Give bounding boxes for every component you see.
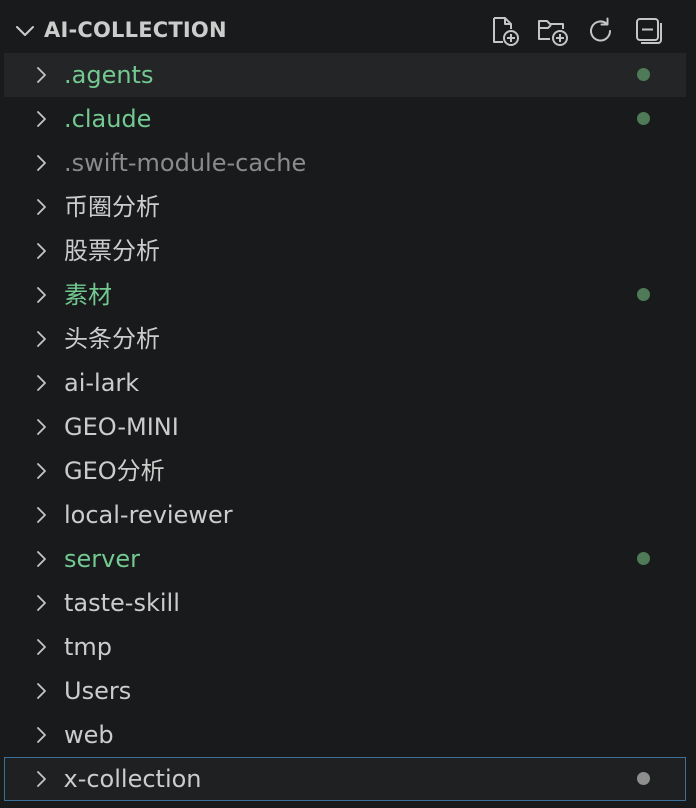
- new-file-icon: [493, 17, 519, 46]
- chevron-right-icon[interactable]: [34, 637, 48, 657]
- git-status-dot: [636, 771, 650, 785]
- chevron-right-icon[interactable]: [34, 285, 48, 305]
- collapse-all-icon: [636, 18, 662, 44]
- tree-item-folder[interactable]: 素材: [4, 273, 686, 317]
- tree-item-folder[interactable]: .agents: [4, 53, 686, 97]
- tree-item-label: 头条分析: [64, 325, 160, 353]
- tree-item-label: 币圈分析: [64, 193, 160, 221]
- tree-item-folder[interactable]: web: [4, 713, 686, 757]
- chevron-right-icon[interactable]: [34, 197, 48, 217]
- tree-item-folder[interactable]: .swift-module-cache: [4, 141, 686, 185]
- tree-item-label: tmp: [64, 633, 113, 661]
- new-folder-icon: [538, 20, 568, 46]
- tree-item-label: 素材: [64, 281, 112, 309]
- file-tree: .agents .claude .swift-module-cache 币圈分析股票分…: [4, 53, 686, 801]
- chevron-right-icon[interactable]: [34, 505, 48, 525]
- chevron-down-icon[interactable]: [14, 20, 36, 42]
- tree-item-label: .claude: [64, 105, 152, 133]
- tree-item-folder[interactable]: .claude: [4, 97, 686, 141]
- chevron-right-icon[interactable]: [34, 681, 48, 701]
- git-status-dot: [637, 552, 650, 565]
- tree-item-label: .agents: [64, 61, 154, 89]
- tree-item-folder[interactable]: GEO-MINI: [4, 405, 686, 449]
- refresh-button[interactable]: [584, 14, 618, 48]
- chevron-right-icon[interactable]: [34, 549, 48, 569]
- new-folder-button[interactable]: [536, 14, 570, 48]
- tree-item-label: taste-skill: [64, 589, 180, 617]
- chevron-right-icon[interactable]: [34, 725, 48, 745]
- tree-item-label: Users: [64, 677, 132, 705]
- tree-item-folder[interactable]: local-reviewer: [4, 493, 686, 537]
- tree-item-folder[interactable]: 币圈分析: [4, 185, 686, 229]
- chevron-right-icon[interactable]: [34, 593, 48, 613]
- git-status-dot: [637, 112, 650, 125]
- git-status-dot: [637, 288, 650, 301]
- tree-item-label: web: [64, 721, 114, 749]
- tree-item-folder[interactable]: Users: [4, 669, 686, 713]
- tree-item-label: ai-lark: [64, 369, 140, 397]
- collapse-all-button[interactable]: [632, 14, 666, 48]
- tree-item-label: .swift-module-cache: [64, 149, 307, 177]
- chevron-right-icon[interactable]: [34, 329, 48, 349]
- chevron-right-icon[interactable]: [34, 461, 48, 481]
- chevron-right-icon[interactable]: [34, 417, 48, 437]
- explorer-section-header[interactable]: AI-COLLECTION: [0, 8, 690, 52]
- refresh-icon: [590, 17, 611, 42]
- tree-item-folder[interactable]: ai-lark: [4, 361, 686, 405]
- tree-item-label: local-reviewer: [64, 501, 233, 529]
- explorer-panel: AI-COLLECTION .agents .claude .swift-mod…: [0, 0, 690, 808]
- chevron-right-icon[interactable]: [34, 241, 48, 261]
- tree-item-folder[interactable]: 头条分析: [4, 317, 686, 361]
- explorer-title: AI-COLLECTION: [44, 18, 227, 42]
- tree-item-label: server: [64, 545, 140, 573]
- chevron-right-icon[interactable]: [34, 65, 48, 85]
- explorer-toolbar: [488, 14, 666, 48]
- tree-item-folder[interactable]: server: [4, 537, 686, 581]
- chevron-right-icon[interactable]: [34, 373, 48, 393]
- tree-item-folder[interactable]: tmp: [4, 625, 686, 669]
- tree-item-label: GEO-MINI: [64, 413, 179, 441]
- tree-item-folder[interactable]: GEO分析: [4, 449, 686, 493]
- tree-item-label: x-collection: [63, 764, 202, 793]
- tree-item-folder[interactable]: 股票分析: [4, 229, 686, 273]
- tree-item-folder[interactable]: x-collection: [4, 757, 686, 801]
- new-file-button[interactable]: [488, 14, 522, 48]
- tree-item-label: GEO分析: [64, 457, 165, 485]
- chevron-right-icon[interactable]: [34, 109, 48, 129]
- tree-item-label: 股票分析: [64, 237, 160, 265]
- tree-item-folder[interactable]: taste-skill: [4, 581, 686, 625]
- git-status-dot: [637, 68, 650, 81]
- chevron-right-icon[interactable]: [34, 769, 48, 789]
- chevron-right-icon[interactable]: [34, 153, 48, 173]
